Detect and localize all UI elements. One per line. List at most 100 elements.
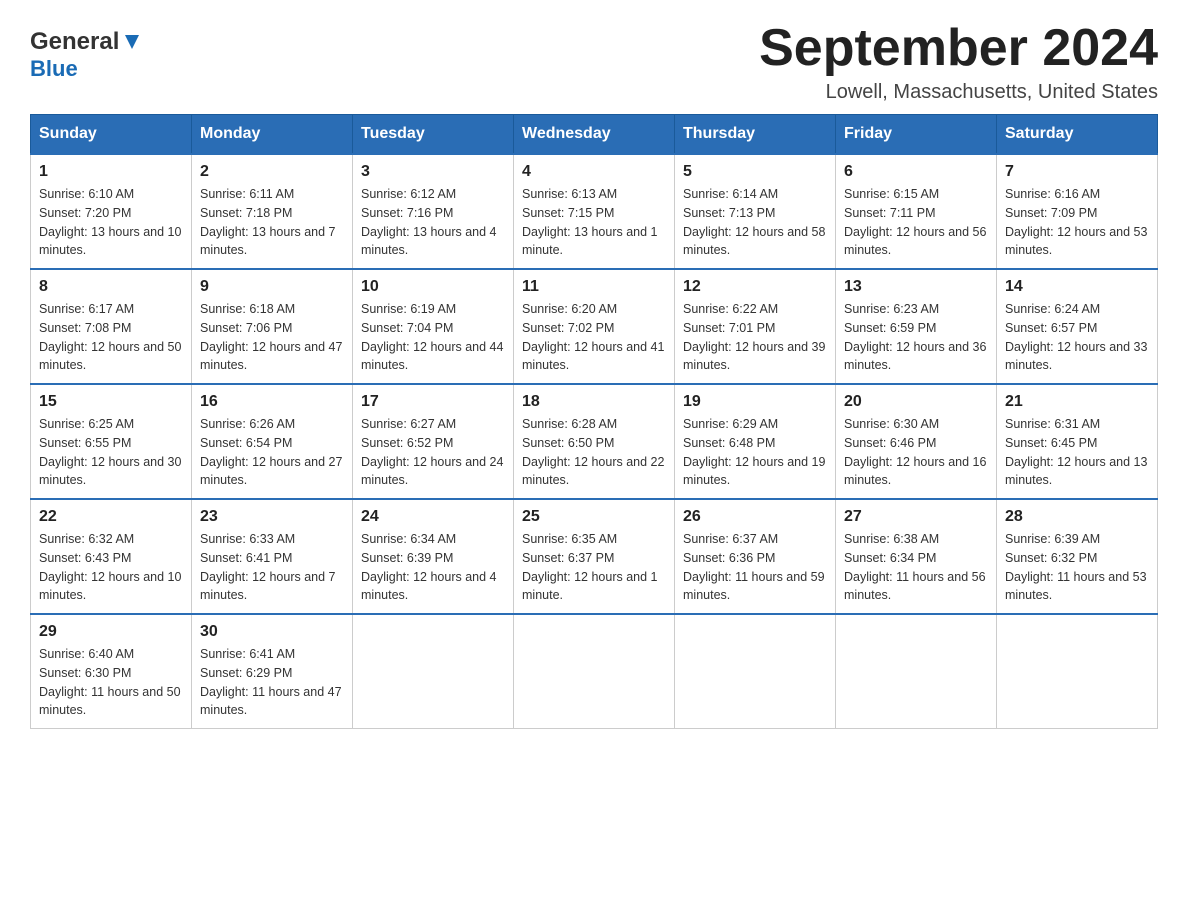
table-row: 23 Sunrise: 6:33 AMSunset: 6:41 PMDayligh… bbox=[192, 499, 353, 614]
table-row: 8 Sunrise: 6:17 AMSunset: 7:08 PMDaylight… bbox=[31, 269, 192, 384]
day-number: 9 bbox=[200, 278, 344, 296]
day-info: Sunrise: 6:35 AMSunset: 6:37 PMDaylight:… bbox=[522, 530, 666, 605]
table-row: 17 Sunrise: 6:27 AMSunset: 6:52 PMDayligh… bbox=[353, 384, 514, 499]
day-number: 30 bbox=[200, 623, 344, 641]
table-row: 1 Sunrise: 6:10 AMSunset: 7:20 PMDaylight… bbox=[31, 154, 192, 269]
table-row: 16 Sunrise: 6:26 AMSunset: 6:54 PMDayligh… bbox=[192, 384, 353, 499]
day-number: 5 bbox=[683, 163, 827, 181]
day-number: 13 bbox=[844, 278, 988, 296]
day-info: Sunrise: 6:25 AMSunset: 6:55 PMDaylight:… bbox=[39, 415, 183, 490]
table-row: 5 Sunrise: 6:14 AMSunset: 7:13 PMDaylight… bbox=[675, 154, 836, 269]
day-number: 6 bbox=[844, 163, 988, 181]
col-wednesday: Wednesday bbox=[514, 115, 675, 155]
day-number: 14 bbox=[1005, 278, 1149, 296]
table-row: 3 Sunrise: 6:12 AMSunset: 7:16 PMDaylight… bbox=[353, 154, 514, 269]
day-info: Sunrise: 6:18 AMSunset: 7:06 PMDaylight:… bbox=[200, 300, 344, 375]
table-row: 2 Sunrise: 6:11 AMSunset: 7:18 PMDaylight… bbox=[192, 154, 353, 269]
week-row-5: 29Sunrise: 6:40 AMSunset: 6:30 PMDayligh… bbox=[31, 614, 1158, 729]
table-row: 30 Sunrise: 6:41 AMSunset: 6:29 PMDayligh… bbox=[192, 614, 353, 729]
col-saturday: Saturday bbox=[997, 115, 1158, 155]
col-sunday: Sunday bbox=[31, 115, 192, 155]
table-row: 20Sunrise: 6:30 AMSunset: 6:46 PMDayligh… bbox=[836, 384, 997, 499]
day-number: 16 bbox=[200, 393, 344, 411]
title-block: September 2024 Lowell, Massachusetts, Un… bbox=[759, 20, 1158, 104]
day-number: 3 bbox=[361, 163, 505, 181]
day-number: 10 bbox=[361, 278, 505, 296]
day-info: Sunrise: 6:11 AMSunset: 7:18 PMDaylight:… bbox=[200, 185, 344, 260]
day-info: Sunrise: 6:30 AMSunset: 6:46 PMDaylight:… bbox=[844, 415, 988, 490]
table-row bbox=[836, 614, 997, 729]
week-row-1: 1 Sunrise: 6:10 AMSunset: 7:20 PMDaylight… bbox=[31, 154, 1158, 269]
day-info: Sunrise: 6:39 AMSunset: 6:32 PMDaylight:… bbox=[1005, 530, 1149, 605]
col-friday: Friday bbox=[836, 115, 997, 155]
day-info: Sunrise: 6:28 AMSunset: 6:50 PMDaylight:… bbox=[522, 415, 666, 490]
table-row: 4Sunrise: 6:13 AMSunset: 7:15 PMDaylight… bbox=[514, 154, 675, 269]
day-number: 25 bbox=[522, 508, 666, 526]
day-number: 2 bbox=[200, 163, 344, 181]
day-info: Sunrise: 6:10 AMSunset: 7:20 PMDaylight:… bbox=[39, 185, 183, 260]
table-row: 29Sunrise: 6:40 AMSunset: 6:30 PMDayligh… bbox=[31, 614, 192, 729]
day-info: Sunrise: 6:29 AMSunset: 6:48 PMDaylight:… bbox=[683, 415, 827, 490]
day-number: 24 bbox=[361, 508, 505, 526]
day-number: 17 bbox=[361, 393, 505, 411]
table-row: 19 Sunrise: 6:29 AMSunset: 6:48 PMDayligh… bbox=[675, 384, 836, 499]
table-row: 28 Sunrise: 6:39 AMSunset: 6:32 PMDayligh… bbox=[997, 499, 1158, 614]
table-row: 10 Sunrise: 6:19 AMSunset: 7:04 PMDayligh… bbox=[353, 269, 514, 384]
day-number: 26 bbox=[683, 508, 827, 526]
col-thursday: Thursday bbox=[675, 115, 836, 155]
day-number: 19 bbox=[683, 393, 827, 411]
day-number: 1 bbox=[39, 163, 183, 181]
day-info: Sunrise: 6:16 AMSunset: 7:09 PMDaylight:… bbox=[1005, 185, 1149, 260]
table-row: 13 Sunrise: 6:23 AMSunset: 6:59 PMDayligh… bbox=[836, 269, 997, 384]
table-row: 24 Sunrise: 6:34 AMSunset: 6:39 PMDayligh… bbox=[353, 499, 514, 614]
week-row-3: 15 Sunrise: 6:25 AMSunset: 6:55 PMDayligh… bbox=[31, 384, 1158, 499]
logo-general-text: General bbox=[30, 28, 119, 56]
day-number: 15 bbox=[39, 393, 183, 411]
day-number: 7 bbox=[1005, 163, 1149, 181]
day-number: 21 bbox=[1005, 393, 1149, 411]
day-info: Sunrise: 6:22 AMSunset: 7:01 PMDaylight:… bbox=[683, 300, 827, 375]
day-info: Sunrise: 6:14 AMSunset: 7:13 PMDaylight:… bbox=[683, 185, 827, 260]
day-info: Sunrise: 6:26 AMSunset: 6:54 PMDaylight:… bbox=[200, 415, 344, 490]
day-info: Sunrise: 6:19 AMSunset: 7:04 PMDaylight:… bbox=[361, 300, 505, 375]
table-row: 7 Sunrise: 6:16 AMSunset: 7:09 PMDaylight… bbox=[997, 154, 1158, 269]
table-row: 25 Sunrise: 6:35 AMSunset: 6:37 PMDayligh… bbox=[514, 499, 675, 614]
calendar-title: September 2024 bbox=[759, 20, 1158, 77]
day-number: 22 bbox=[39, 508, 183, 526]
table-row bbox=[514, 614, 675, 729]
table-row: 14 Sunrise: 6:24 AMSunset: 6:57 PMDayligh… bbox=[997, 269, 1158, 384]
day-number: 23 bbox=[200, 508, 344, 526]
day-info: Sunrise: 6:32 AMSunset: 6:43 PMDaylight:… bbox=[39, 530, 183, 605]
col-monday: Monday bbox=[192, 115, 353, 155]
day-info: Sunrise: 6:24 AMSunset: 6:57 PMDaylight:… bbox=[1005, 300, 1149, 375]
table-row: 26 Sunrise: 6:37 AMSunset: 6:36 PMDayligh… bbox=[675, 499, 836, 614]
day-info: Sunrise: 6:31 AMSunset: 6:45 PMDaylight:… bbox=[1005, 415, 1149, 490]
day-info: Sunrise: 6:17 AMSunset: 7:08 PMDaylight:… bbox=[39, 300, 183, 375]
table-row: 11Sunrise: 6:20 AMSunset: 7:02 PMDayligh… bbox=[514, 269, 675, 384]
header-row: Sunday Monday Tuesday Wednesday Thursday… bbox=[31, 115, 1158, 155]
logo: General Blue bbox=[30, 20, 143, 82]
logo-triangle-icon bbox=[121, 31, 143, 53]
table-row: 27Sunrise: 6:38 AMSunset: 6:34 PMDayligh… bbox=[836, 499, 997, 614]
day-info: Sunrise: 6:34 AMSunset: 6:39 PMDaylight:… bbox=[361, 530, 505, 605]
day-number: 11 bbox=[522, 278, 666, 296]
day-info: Sunrise: 6:38 AMSunset: 6:34 PMDaylight:… bbox=[844, 530, 988, 605]
col-tuesday: Tuesday bbox=[353, 115, 514, 155]
day-number: 28 bbox=[1005, 508, 1149, 526]
table-row: 18Sunrise: 6:28 AMSunset: 6:50 PMDayligh… bbox=[514, 384, 675, 499]
day-info: Sunrise: 6:37 AMSunset: 6:36 PMDaylight:… bbox=[683, 530, 827, 605]
table-row: 9 Sunrise: 6:18 AMSunset: 7:06 PMDaylight… bbox=[192, 269, 353, 384]
table-row: 15 Sunrise: 6:25 AMSunset: 6:55 PMDayligh… bbox=[31, 384, 192, 499]
day-info: Sunrise: 6:23 AMSunset: 6:59 PMDaylight:… bbox=[844, 300, 988, 375]
calendar-table: Sunday Monday Tuesday Wednesday Thursday… bbox=[30, 114, 1158, 729]
page-header: General Blue September 2024 Lowell, Mass… bbox=[30, 20, 1158, 104]
day-info: Sunrise: 6:33 AMSunset: 6:41 PMDaylight:… bbox=[200, 530, 344, 605]
day-info: Sunrise: 6:41 AMSunset: 6:29 PMDaylight:… bbox=[200, 645, 344, 720]
day-info: Sunrise: 6:12 AMSunset: 7:16 PMDaylight:… bbox=[361, 185, 505, 260]
day-info: Sunrise: 6:27 AMSunset: 6:52 PMDaylight:… bbox=[361, 415, 505, 490]
week-row-4: 22 Sunrise: 6:32 AMSunset: 6:43 PMDayligh… bbox=[31, 499, 1158, 614]
day-info: Sunrise: 6:40 AMSunset: 6:30 PMDaylight:… bbox=[39, 645, 183, 720]
day-number: 8 bbox=[39, 278, 183, 296]
day-info: Sunrise: 6:15 AMSunset: 7:11 PMDaylight:… bbox=[844, 185, 988, 260]
table-row: 22 Sunrise: 6:32 AMSunset: 6:43 PMDayligh… bbox=[31, 499, 192, 614]
